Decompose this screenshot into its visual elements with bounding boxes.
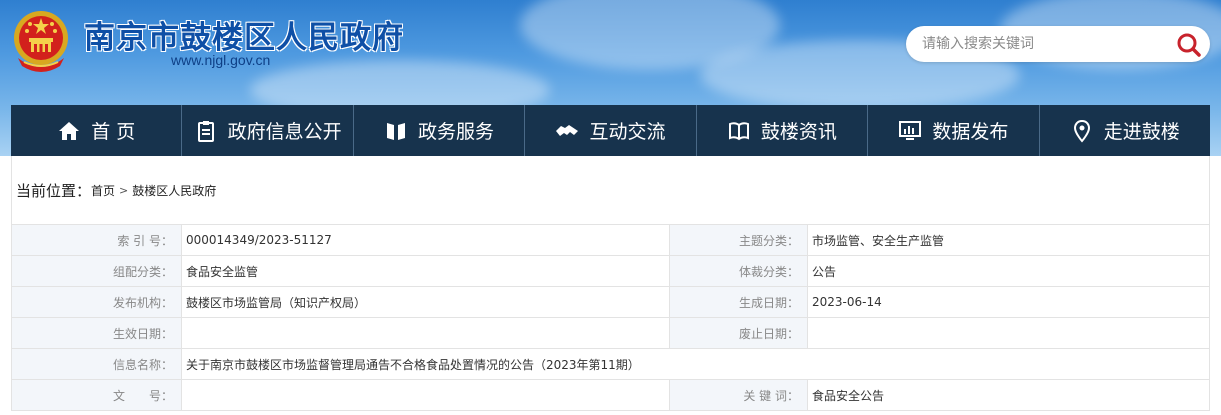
table-row: 信息名称： 关于南京市鼓楼区市场监督管理局通告不合格食品处置情况的公告（2023… [11, 348, 1210, 380]
meta-label-genre: 体裁分类： [669, 255, 808, 287]
meta-label-effective: 生效日期： [11, 317, 182, 349]
document-icon [197, 120, 214, 142]
news-icon [728, 121, 749, 140]
meta-value-created: 2023-06-14 [807, 286, 1210, 318]
nav-item-gov-info[interactable]: 政府信息公开 [182, 105, 354, 156]
nav-item-about[interactable]: 走进鼓楼 [1040, 105, 1210, 156]
meta-label-docno: 文 号： [11, 379, 182, 411]
nav-item-label: 鼓楼资讯 [760, 121, 837, 143]
location-pin-icon [1073, 119, 1090, 143]
nav-item-data[interactable]: 数据发布 [868, 105, 1040, 156]
meta-label-topic: 主题分类： [669, 224, 808, 256]
table-row: 索 引 号： 000014349/2023-51127 主题分类： 市场监管、安… [11, 224, 1210, 256]
table-row: 发布机构： 鼓楼区市场监管局（知识产权局） 生成日期： 2023-06-14 [11, 286, 1210, 318]
breadcrumb-home-link[interactable]: 首页 [91, 182, 115, 199]
search-input[interactable] [922, 33, 1162, 55]
meta-value-keyword: 食品安全公告 [807, 379, 1210, 411]
table-row: 文 号： 关 键 词： 食品安全公告 [11, 379, 1210, 411]
monitor-chart-icon [899, 120, 922, 140]
meta-label-org-category: 组配分类： [11, 255, 182, 287]
nav-item-label: 走进鼓楼 [1103, 121, 1180, 143]
nav-item-label: 互动交流 [589, 121, 666, 143]
breadcrumb-label: 当前位置： [16, 181, 92, 200]
meta-label-created: 生成日期： [669, 286, 808, 318]
main-nav: 首 页 政府信息公开 政务服务 互动交流 鼓楼资讯 数据发布 走进鼓楼 [11, 105, 1210, 156]
national-emblem-icon [14, 11, 68, 72]
nav-item-label: 数据发布 [932, 121, 1009, 143]
meta-label-name: 信息名称： [11, 348, 182, 380]
nav-item-home[interactable]: 首 页 [11, 105, 183, 156]
search-icon[interactable] [1176, 32, 1202, 58]
meta-value-docno [181, 379, 670, 411]
nav-item-services[interactable]: 政务服务 [354, 105, 526, 156]
nav-item-interaction[interactable]: 互动交流 [525, 105, 697, 156]
site-title: 南京市鼓楼区人民政府 [84, 20, 404, 56]
meta-value-name: 关于南京市鼓楼区市场监督管理局通告不合格食品处置情况的公告（2023年第11期） [181, 348, 1210, 380]
breadcrumb-gov-link[interactable]: 鼓楼区人民政府 [132, 182, 216, 199]
meta-label-abolish: 废止日期： [669, 317, 808, 349]
meta-value-index: 000014349/2023-51127 [181, 224, 670, 256]
home-icon [59, 121, 80, 140]
table-row: 生效日期： 废止日期： [11, 317, 1210, 349]
meta-label-keyword: 关 键 词： [669, 379, 808, 411]
handshake-icon [556, 124, 579, 136]
table-row: 组配分类： 食品安全监管 体裁分类： 公告 [11, 255, 1210, 287]
meta-value-org-category: 食品安全监管 [181, 255, 670, 287]
nav-item-label: 政府信息公开 [227, 121, 342, 143]
nav-item-label: 首 页 [91, 121, 136, 143]
meta-label-publisher: 发布机构： [11, 286, 182, 318]
document-meta-table: 索 引 号： 000014349/2023-51127 主题分类： 市场监管、安… [11, 224, 1210, 411]
breadcrumb: 当前位置： 首页 > 鼓楼区人民政府 [11, 156, 1210, 224]
meta-value-topic: 市场监管、安全生产监管 [807, 224, 1210, 256]
meta-value-genre: 公告 [807, 255, 1210, 287]
meta-value-effective [181, 317, 670, 349]
nav-item-label: 政务服务 [418, 121, 495, 143]
nav-item-news[interactable]: 鼓楼资讯 [697, 105, 869, 156]
breadcrumb-separator: > [119, 183, 129, 197]
site-url[interactable]: www.njgl.gov.cn [171, 52, 270, 68]
meta-value-abolish [807, 317, 1210, 349]
meta-label-index: 索 引 号： [11, 224, 182, 256]
book-icon [387, 122, 406, 140]
meta-value-publisher: 鼓楼区市场监管局（知识产权局） [181, 286, 670, 318]
search-box [906, 26, 1210, 62]
